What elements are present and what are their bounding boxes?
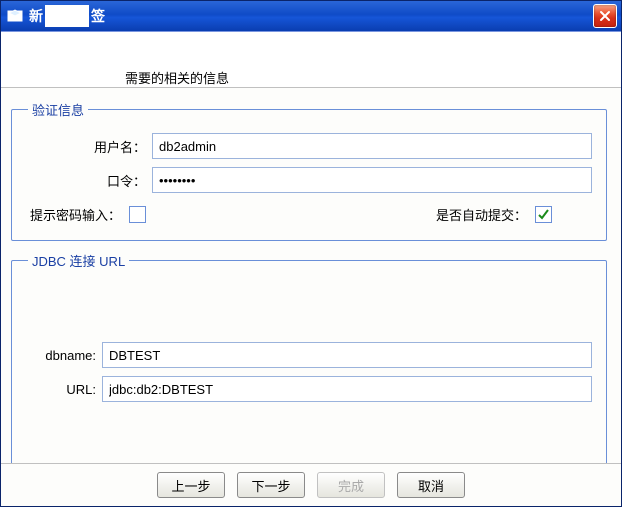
prompt-password-label: 提示密码输入： bbox=[30, 205, 121, 224]
dbname-row: dbname: bbox=[26, 342, 592, 368]
next-button[interactable]: 下一步 bbox=[237, 472, 305, 498]
back-button[interactable]: 上一步 bbox=[157, 472, 225, 498]
jdbc-inner: dbname: URL: bbox=[26, 342, 592, 402]
password-row: 口令： bbox=[26, 167, 592, 193]
close-icon bbox=[599, 10, 611, 22]
wizard-dialog: 新 签 需要的相关的信息 验证信息 用户名： bbox=[0, 0, 622, 507]
finish-button[interactable]: 完成 bbox=[317, 472, 385, 498]
jdbc-legend: JDBC 连接 URL bbox=[28, 251, 129, 270]
title-frag2: 签 bbox=[91, 6, 105, 26]
url-input[interactable] bbox=[102, 376, 592, 402]
username-row: 用户名： bbox=[26, 133, 592, 159]
username-input[interactable] bbox=[152, 133, 592, 159]
title-gap bbox=[45, 5, 89, 27]
password-label: 口令： bbox=[26, 171, 152, 190]
url-row: URL: bbox=[26, 376, 592, 402]
button-bar: 上一步 下一步 完成 取消 bbox=[1, 463, 621, 506]
titlebar-left: 新 签 bbox=[7, 5, 105, 27]
auto-commit-label: 是否自动提交： bbox=[436, 205, 527, 224]
body-area: 验证信息 用户名： 口令： 提示密码输入： bbox=[1, 88, 621, 464]
url-label: URL: bbox=[26, 382, 102, 397]
dbname-label: dbname: bbox=[26, 348, 102, 363]
title-frag1: 新 bbox=[29, 6, 43, 26]
dbname-input[interactable] bbox=[102, 342, 592, 368]
content-area: 需要的相关的信息 验证信息 用户名： 口令： bbox=[1, 31, 621, 506]
auto-commit-checkbox[interactable] bbox=[535, 206, 552, 223]
banner-subtitle: 需要的相关的信息 bbox=[125, 68, 229, 87]
username-label: 用户名： bbox=[26, 137, 152, 156]
close-button[interactable] bbox=[593, 4, 617, 28]
titlebar: 新 签 bbox=[1, 1, 621, 31]
prompt-password-option: 提示密码输入： bbox=[30, 205, 146, 224]
auth-group: 验证信息 用户名： 口令： 提示密码输入： bbox=[11, 100, 607, 241]
auto-commit-option: 是否自动提交： bbox=[436, 205, 552, 224]
banner: 需要的相关的信息 bbox=[1, 32, 621, 88]
checkmark-icon bbox=[537, 208, 550, 221]
options-row: 提示密码输入： 是否自动提交： bbox=[26, 201, 592, 226]
window-title: 新 签 bbox=[29, 5, 105, 27]
app-icon bbox=[7, 8, 23, 24]
jdbc-group: JDBC 连接 URL dbname: URL: bbox=[11, 251, 607, 464]
auth-legend: 验证信息 bbox=[28, 100, 88, 119]
cancel-button[interactable]: 取消 bbox=[397, 472, 465, 498]
prompt-password-checkbox[interactable] bbox=[129, 206, 146, 223]
password-input[interactable] bbox=[152, 167, 592, 193]
